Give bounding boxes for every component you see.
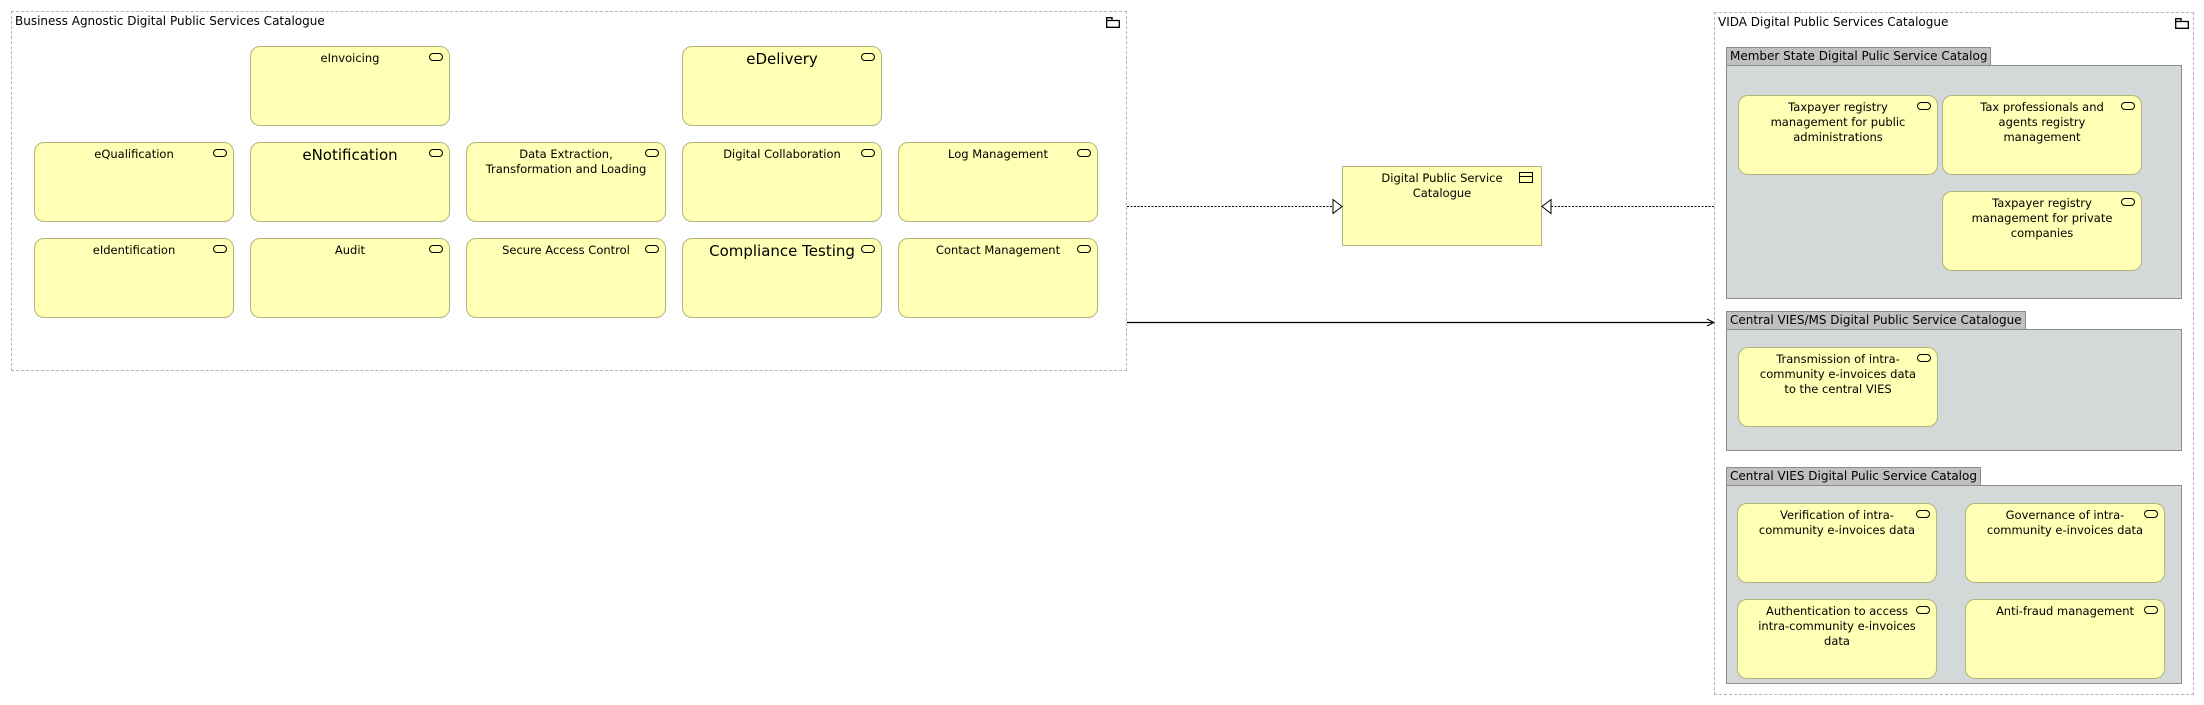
group-title: VIDA Digital Public Services Catalogue [1718,15,1949,29]
service-digital-collaboration[interactable]: Digital Collaboration [682,142,882,222]
service-label: Tax professionals and agents registry ma… [1980,100,2104,144]
service-label: Authentication to access intra-community… [1758,604,1916,648]
service-icon [1917,102,1931,110]
service-governance[interactable]: Governance of intra-community e-invoices… [1965,503,2165,583]
member-state-group-tab[interactable]: Member State Digital Pulic Service Catal… [1726,47,1992,66]
service-label: Data Extraction, Transformation and Load… [485,147,647,176]
service-taxpayer-registry-public[interactable]: Taxpayer registry management for public … [1738,95,1938,175]
service-icon [429,149,443,157]
service-label: Contact Management [935,243,1061,257]
service-icon [1077,149,1091,157]
service-label: Audit [334,243,366,257]
service-compliance-testing[interactable]: Compliance Testing [682,238,882,318]
service-icon [1077,245,1091,253]
service-icon [429,245,443,253]
service-icon [1917,354,1931,362]
service-label: eDelivery [746,50,818,68]
service-label: Taxpayer registry management for private… [1971,196,2113,240]
service-icon [645,245,659,253]
service-anti-fraud[interactable]: Anti-fraud management [1965,599,2165,679]
central-vies-group-tab[interactable]: Central VIES Digital Pulic Service Catal… [1726,467,1981,486]
realization-connector-left[interactable] [1127,198,1343,215]
service-authentication[interactable]: Authentication to access intra-community… [1737,599,1937,679]
central-vies-ms-group-tab[interactable]: Central VIES/MS Digital Public Service C… [1726,311,2026,330]
service-transmission-to-central-vies[interactable]: Transmission of intra-community e-invoic… [1738,347,1938,427]
service-icon [645,149,659,157]
service-icon [429,53,443,61]
service-label: eQualification [94,147,174,161]
service-icon [213,245,227,253]
object-label: Digital Public Service Catalogue [1381,171,1503,200]
service-equalification[interactable]: eQualification [34,142,234,222]
folder-icon [1106,17,1120,28]
service-icon [213,149,227,157]
digital-public-service-catalogue-object[interactable]: Digital Public Service Catalogue [1342,166,1542,246]
service-label: Verification of intra-community e-invoic… [1758,508,1916,537]
service-icon [2144,510,2158,518]
service-icon [861,53,875,61]
service-label: Secure Access Control [502,243,630,257]
service-tax-professionals-registry[interactable]: Tax professionals and agents registry ma… [1942,95,2142,175]
service-label: Taxpayer registry management for public … [1770,100,1906,144]
open-arrowhead-icon [1706,318,1716,327]
service-label: Anti-fraud management [1995,604,2135,618]
group-title: Business Agnostic Digital Public Service… [15,14,325,28]
service-icon [1916,606,1930,614]
service-icon [1916,510,1930,518]
service-label: eNotification [302,146,398,164]
service-contact-management[interactable]: Contact Management [898,238,1098,318]
service-icon [861,149,875,157]
service-audit[interactable]: Audit [250,238,450,318]
service-einvoicing[interactable]: eInvoicing [250,46,450,126]
realization-connector-right[interactable] [1541,198,1714,215]
hollow-triangle-arrowhead-icon [1332,198,1343,215]
service-enotification[interactable]: eNotification [250,142,450,222]
service-label: Transmission of intra-community e-invoic… [1759,352,1917,396]
service-edelivery[interactable]: eDelivery [682,46,882,126]
service-label: Digital Collaboration [723,147,841,161]
service-icon [2121,198,2135,206]
service-label: Governance of intra-community e-invoices… [1986,508,2144,537]
service-data-extraction[interactable]: Data Extraction, Transformation and Load… [466,142,666,222]
service-icon [2144,606,2158,614]
service-label: Compliance Testing [709,242,855,260]
serving-connector[interactable] [1127,318,1716,327]
service-taxpayer-registry-private[interactable]: Taxpayer registry management for private… [1942,191,2142,271]
hollow-triangle-arrowhead-icon [1541,198,1552,215]
service-label: eInvoicing [320,51,380,65]
service-label: Log Management [948,147,1048,161]
service-label: eIdentification [92,243,176,257]
service-eidentification[interactable]: eIdentification [34,238,234,318]
service-icon [2121,102,2135,110]
service-icon [861,245,875,253]
service-secure-access-control[interactable]: Secure Access Control [466,238,666,318]
business-object-icon [1519,172,1533,183]
folder-icon [2175,18,2189,29]
service-log-management[interactable]: Log Management [898,142,1098,222]
service-verification[interactable]: Verification of intra-community e-invoic… [1737,503,1937,583]
